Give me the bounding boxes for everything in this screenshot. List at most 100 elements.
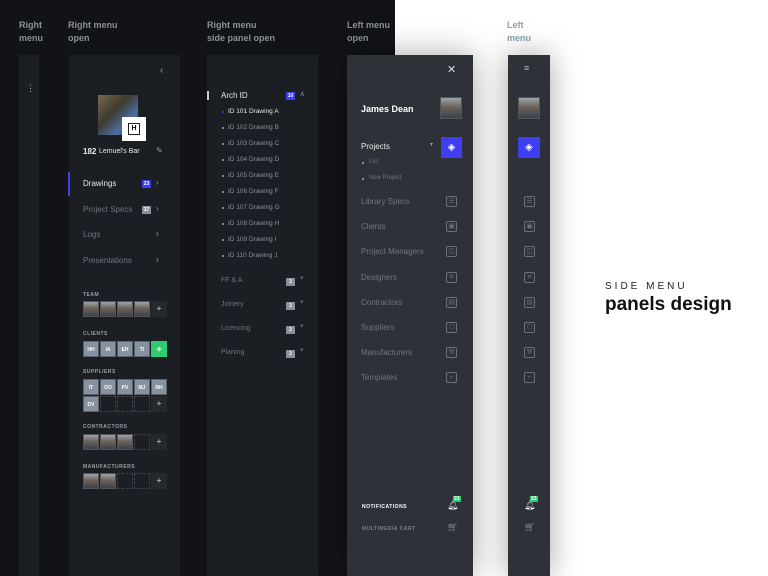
close-icon[interactable]: ✕ [447, 63, 456, 76]
list-icon[interactable]: ☰ [446, 196, 457, 207]
chevron-down-icon[interactable]: ˅ [300, 276, 304, 282]
menu-item-clients[interactable]: Clients [361, 222, 385, 231]
initials-avatar[interactable]: IA [100, 341, 116, 357]
nav-item-presentations[interactable]: Presentations [83, 256, 132, 265]
drawing-item[interactable]: ID 104 Drawing D [228, 156, 279, 163]
list-icon[interactable]: ☰ [524, 196, 535, 207]
nav-item-drawings[interactable]: Drawings [83, 179, 116, 188]
member-photo[interactable] [117, 301, 133, 317]
projects-layers-icon[interactable]: ◈ [441, 137, 462, 158]
hammer-icon[interactable]: ⚒ [446, 347, 457, 359]
bullet [222, 239, 224, 241]
menu-item-contractors[interactable]: Contractors [361, 298, 402, 307]
drawing-item[interactable]: ID 108 Drawing H [228, 220, 279, 227]
bullet [222, 207, 224, 209]
drawing-item[interactable]: ID 103 Drawing C [228, 140, 279, 147]
cart-label[interactable]: MULTIMEDIA CART [362, 526, 416, 532]
chevron-down-icon[interactable]: ˅ [300, 324, 304, 330]
document-icon[interactable]: ▤ [524, 296, 535, 308]
avatar[interactable] [440, 97, 462, 119]
contact-icon[interactable]: ◫ [446, 246, 457, 258]
nav-item-logs[interactable]: Logs [83, 230, 100, 239]
briefcase-icon[interactable]: ▣ [524, 221, 535, 233]
chevron-down-icon[interactable]: ▾ [430, 141, 433, 148]
menu-item-manufacturers[interactable]: Manufacturers [361, 348, 412, 357]
nav-item-project-specs[interactable]: Project Specs [83, 205, 132, 214]
member-photo[interactable] [100, 434, 116, 450]
section-label-clients: CLIENTS [83, 331, 108, 337]
heading-right-menu-open: Right menu open [68, 20, 118, 43]
tools-icon[interactable]: ✕ [524, 271, 535, 283]
crop-icon[interactable]: ⌐ [524, 372, 535, 384]
edit-icon[interactable]: ✎ [156, 146, 163, 155]
initials-avatar[interactable]: EH [117, 341, 133, 357]
initials-avatar[interactable]: DO [100, 379, 116, 395]
menu-item-suppliers[interactable]: Suppliers [361, 323, 394, 332]
more-icon[interactable]: ⋮ [26, 83, 35, 94]
sub-new-project[interactable]: New Project [369, 175, 401, 181]
avatar[interactable] [518, 97, 540, 119]
projects-label[interactable]: Projects [361, 142, 390, 151]
cart-icon[interactable]: 🛒︎ [447, 522, 458, 533]
chevron-down-icon[interactable]: ˅ [300, 300, 304, 306]
drawing-item[interactable]: ID 109 Drawing I [228, 236, 276, 243]
section-label-suppliers: SUPPLIERS [83, 369, 116, 375]
group-item[interactable]: FF & A [221, 277, 242, 284]
menu-item-library-specs[interactable]: Library Specs [361, 197, 410, 206]
member-photo[interactable] [100, 301, 116, 317]
hammer-icon[interactable]: ⚒ [524, 347, 535, 359]
member-photo[interactable] [83, 473, 99, 489]
briefcase-icon[interactable]: ▣ [446, 221, 457, 233]
tools-icon[interactable]: ✕ [446, 271, 457, 283]
drawing-item[interactable]: ID 107 Drawing G [228, 204, 280, 211]
group-item[interactable]: Joinery [221, 301, 244, 308]
group-item[interactable]: Planing [221, 349, 244, 356]
group-badge: 2 [286, 350, 295, 358]
group-arch-id[interactable]: Arch ID [221, 91, 248, 100]
initials-avatar[interactable]: HH [83, 341, 99, 357]
member-photo[interactable] [100, 473, 116, 489]
side-panel: Arch ID 10 ˄ ID 101 Drawing A ID 102 Draw… [207, 55, 318, 576]
initials-avatar[interactable]: PV [117, 379, 133, 395]
chevron-right-icon[interactable]: › [156, 229, 159, 238]
sub-list[interactable]: List [369, 159, 378, 165]
member-photo[interactable] [134, 301, 150, 317]
add-button[interactable]: + [151, 341, 167, 357]
chevron-up-icon[interactable]: ˄ [300, 90, 305, 99]
drawing-item[interactable]: ID 101 Drawing A [228, 108, 279, 115]
drawing-item[interactable]: ID 110 Drawing J [228, 252, 277, 259]
initials-avatar[interactable]: MJ [134, 379, 150, 395]
member-photo[interactable] [117, 434, 133, 450]
box-icon[interactable]: ⬡ [524, 322, 535, 333]
initials-avatar[interactable]: DV [83, 396, 99, 412]
group-item[interactable]: Licencing [221, 325, 251, 332]
drawing-item[interactable]: ID 102 Drawing B [228, 124, 279, 131]
chevron-right-icon[interactable]: › [156, 255, 159, 264]
initials-avatar[interactable]: RH [151, 379, 167, 395]
notifications-label[interactable]: NOTIFICATIONS [362, 504, 407, 510]
member-photo[interactable] [83, 434, 99, 450]
add-button[interactable]: + [151, 301, 167, 317]
menu-item-templates[interactable]: Templates [361, 373, 397, 382]
box-icon[interactable]: ⬡ [446, 322, 457, 333]
menu-item-designers[interactable]: Designers [361, 273, 397, 282]
drawing-item[interactable]: ID 106 Drawing F [228, 188, 279, 195]
drawing-item[interactable]: ID 105 Drawing E [228, 172, 279, 179]
hamburger-icon[interactable]: ≡ [524, 63, 529, 73]
initials-avatar[interactable]: TI [134, 341, 150, 357]
projects-layers-icon[interactable]: ◈ [518, 137, 540, 158]
chevron-right-icon[interactable]: › [156, 178, 159, 187]
initials-avatar[interactable]: IT [83, 379, 99, 395]
crop-icon[interactable]: ⌐ [446, 372, 457, 384]
add-button[interactable]: + [151, 434, 167, 450]
collapse-chevron-icon[interactable]: ‹ [160, 65, 163, 76]
chevron-down-icon[interactable]: ˅ [300, 348, 304, 354]
chevron-right-icon[interactable]: › [156, 204, 159, 213]
member-photo[interactable] [83, 301, 99, 317]
add-button[interactable]: + [151, 396, 167, 412]
cart-icon[interactable]: 🛒︎ [524, 522, 535, 533]
menu-item-project-managers[interactable]: Project Managers [361, 247, 424, 256]
add-button[interactable]: + [151, 473, 167, 489]
document-icon[interactable]: ▤ [446, 296, 457, 308]
contact-icon[interactable]: ◫ [524, 246, 535, 258]
